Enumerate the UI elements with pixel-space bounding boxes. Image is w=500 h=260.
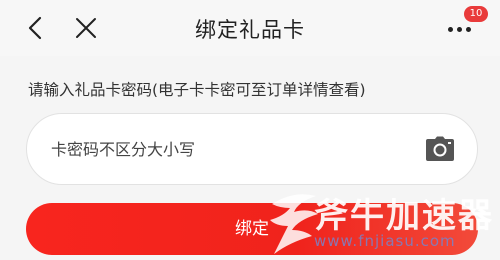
more-dots-icon xyxy=(448,27,471,32)
card-password-field-wrapper xyxy=(26,113,478,185)
camera-icon xyxy=(426,136,454,161)
scan-camera-button[interactable] xyxy=(425,136,455,162)
card-password-input[interactable] xyxy=(51,114,411,184)
instruction-text: 请输入礼品卡密码(电子卡卡密可至订单详情查看) xyxy=(28,81,366,99)
top-nav-bar: 绑定礼品卡 10 xyxy=(0,0,500,56)
notification-badge: 10 xyxy=(464,6,488,22)
bind-button[interactable]: 绑定 xyxy=(26,203,478,255)
more-button[interactable]: 10 xyxy=(448,6,488,40)
page-title: 绑定礼品卡 xyxy=(195,18,305,42)
